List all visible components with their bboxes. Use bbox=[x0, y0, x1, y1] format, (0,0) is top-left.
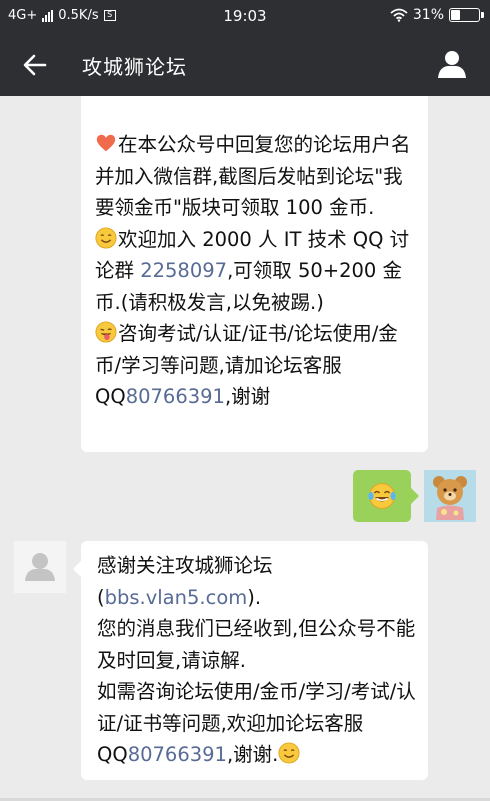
message-paragraph: 欢迎加入 2000 人 IT 技术 QQ 讨论群 2258097,可领取 50+… bbox=[95, 224, 416, 319]
battery-icon bbox=[449, 8, 484, 22]
qq-group-link[interactable]: 2258097 bbox=[140, 259, 227, 282]
qq-service-link[interactable]: 80766391 bbox=[126, 385, 225, 408]
battery-fill bbox=[451, 10, 460, 20]
battery-percent: 31% bbox=[412, 7, 444, 23]
smile-emoji bbox=[278, 742, 300, 764]
status-bar: 4G+ 0.5K/s S 19:03 31% bbox=[0, 0, 490, 33]
tears-of-joy-emoji bbox=[368, 483, 396, 509]
profile-button[interactable] bbox=[436, 48, 468, 80]
message-text: ,谢谢. bbox=[226, 743, 279, 766]
message-text: ,谢谢 bbox=[224, 385, 271, 408]
message-text: 在本公众号中回复您的论坛用户名并加入微信群,截图后发帖到论坛"我要领金币"版块可… bbox=[95, 133, 411, 219]
message-text: ). bbox=[247, 585, 262, 609]
heart-emoji bbox=[96, 134, 116, 152]
message-bubble-info[interactable]: 在本公众号中回复您的论坛用户名并加入微信群,截图后发帖到论坛"我要领金币"版块可… bbox=[81, 96, 428, 452]
qq-service-link[interactable]: 80766391 bbox=[128, 743, 227, 766]
chat-area[interactable]: 在本公众号中回复您的论坛用户名并加入微信群,截图后发帖到论坛"我要领金币"版块可… bbox=[0, 96, 490, 801]
smile-emoji bbox=[95, 226, 117, 249]
sent-message-bubble[interactable] bbox=[353, 470, 419, 522]
message-paragraph: 咨询考试/认证/证书/论坛使用/金币/学习等问题,请加论坛客服 QQ807663… bbox=[95, 318, 416, 413]
wifi-icon bbox=[390, 8, 408, 22]
default-avatar-icon bbox=[25, 553, 55, 581]
bear-avatar-icon bbox=[433, 476, 467, 520]
message-paragraph: 您的消息我们已经收到,但公众号不能及时回复,请谅解. bbox=[97, 613, 416, 676]
forum-url-link[interactable]: bbs.vlan5.com bbox=[105, 586, 248, 609]
status-right: 31% bbox=[390, 7, 484, 23]
back-button[interactable] bbox=[20, 50, 50, 80]
message-text: 您的消息我们已经收到,但公众号不能及时回复,请谅解. bbox=[97, 617, 416, 672]
message-paragraph: 在本公众号中回复您的论坛用户名并加入微信群,截图后发帖到论坛"我要领金币"版块可… bbox=[95, 129, 416, 224]
message-paragraph: 感谢关注攻城狮论坛(bbs.vlan5.com). bbox=[97, 550, 416, 613]
message-bubble-reply[interactable]: 感谢关注攻城狮论坛(bbs.vlan5.com). 您的消息我们已经收到,但公众… bbox=[73, 541, 428, 780]
official-account-avatar[interactable] bbox=[14, 541, 66, 593]
wink-tongue-emoji bbox=[95, 321, 117, 343]
page-title: 攻城狮论坛 bbox=[82, 55, 187, 79]
my-avatar[interactable] bbox=[424, 470, 476, 522]
person-icon bbox=[438, 51, 466, 78]
title-bar: 攻城狮论坛 bbox=[0, 33, 490, 96]
message-paragraph: 如需咨询论坛使用/金币/学习/考试/认证/证书等问题,欢迎加论坛客服 QQ807… bbox=[97, 676, 416, 771]
arrow-left-icon bbox=[23, 54, 47, 76]
